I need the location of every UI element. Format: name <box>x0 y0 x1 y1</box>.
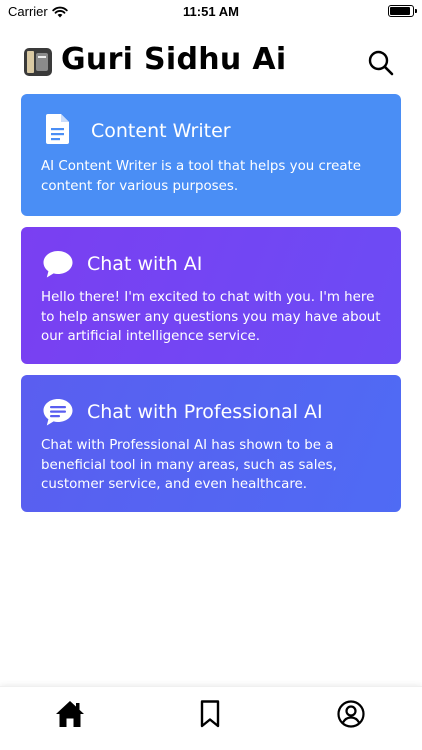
tab-bookmarks[interactable] <box>193 697 227 731</box>
chat-bubble-icon <box>43 251 73 278</box>
home-icon <box>56 701 84 727</box>
chat-with-ai-card[interactable]: Chat with AI Hello there! I'm excited to… <box>21 227 401 364</box>
chat-with-professional-ai-card[interactable]: Chat with Professional AI Chat with Prof… <box>21 375 401 512</box>
card-title: Chat with Professional AI <box>87 401 323 423</box>
card-description: Hello there! I'm excited to chat with yo… <box>41 290 381 344</box>
app-header: Guri Sidhu Ai <box>0 40 422 86</box>
bookmark-icon <box>200 700 220 728</box>
content-writer-card[interactable]: Content Writer AI Content Writer is a to… <box>21 94 401 216</box>
bottom-tab-bar <box>0 686 422 750</box>
search-button[interactable] <box>364 46 398 80</box>
battery-level <box>390 7 410 15</box>
tab-home[interactable] <box>53 697 87 731</box>
app-title: Guri Sidhu Ai <box>61 42 287 77</box>
search-icon <box>368 50 394 76</box>
battery-icon <box>388 5 417 17</box>
document-icon <box>46 114 69 144</box>
status-bar: Carrier 11:51 AM <box>0 0 422 24</box>
card-description: AI Content Writer is a tool that helps y… <box>41 159 362 194</box>
tab-profile[interactable] <box>334 697 368 731</box>
card-description: Chat with Professional AI has shown to b… <box>41 438 337 492</box>
app-logo-icon <box>24 48 52 76</box>
card-title: Content Writer <box>91 120 231 142</box>
status-time: 11:51 AM <box>183 4 239 19</box>
chat-lines-icon <box>43 399 73 426</box>
card-title: Chat with AI <box>87 253 203 275</box>
profile-icon <box>337 700 365 728</box>
